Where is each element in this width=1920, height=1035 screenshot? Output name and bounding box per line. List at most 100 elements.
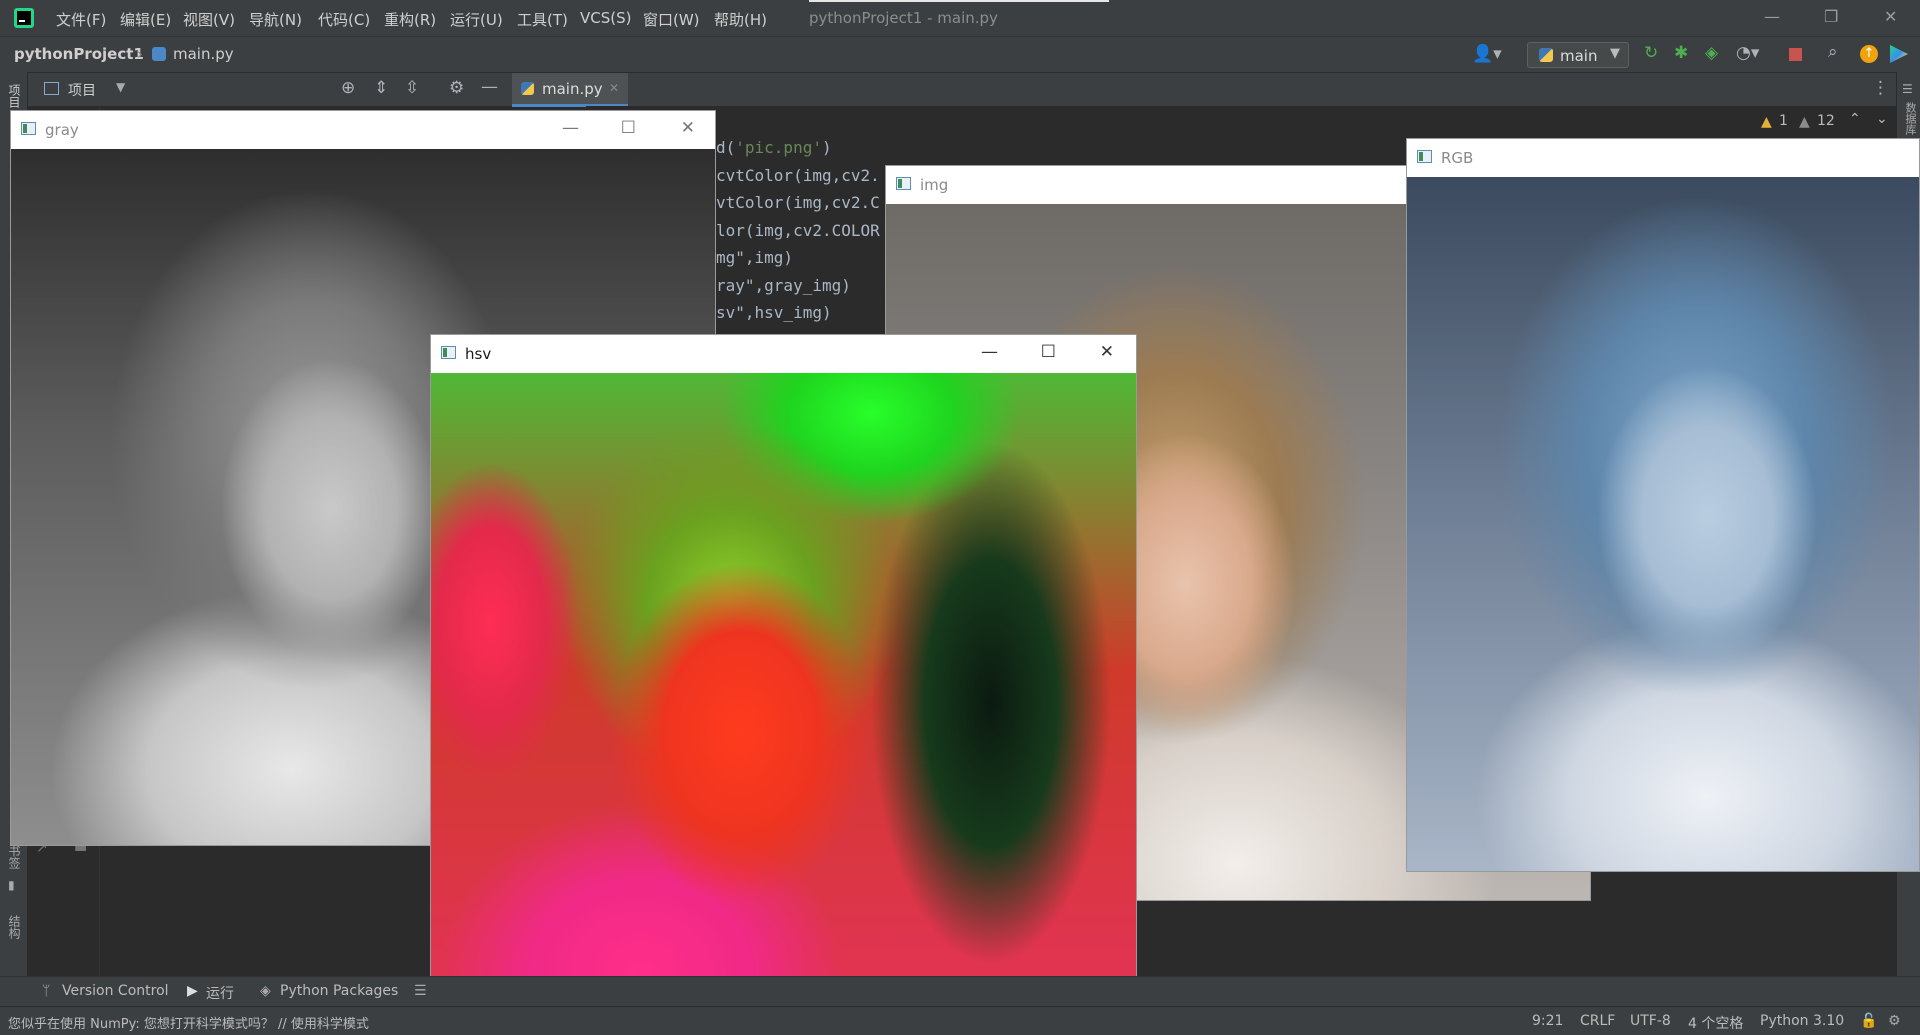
expand-all-icon[interactable]: ⇕: [374, 78, 388, 98]
project-view-chevron-icon[interactable]: ▼: [116, 80, 125, 94]
restore-icon[interactable]: ❐: [1824, 7, 1838, 26]
breadcrumb-file[interactable]: main.py: [173, 45, 234, 63]
title-accent-line: [809, 0, 1109, 2]
window-app-icon: [896, 177, 911, 190]
stripe-database[interactable]: 数据库: [1902, 102, 1918, 135]
pycharm-logo-icon: [14, 8, 34, 28]
code-line: cvtColor(img,cv2.: [716, 166, 880, 185]
line-separator[interactable]: CRLF: [1580, 1013, 1615, 1029]
user-icon[interactable]: 👤▾: [1472, 44, 1502, 64]
stop-icon[interactable]: [1789, 48, 1802, 61]
warning-icon[interactable]: ▲: [1761, 114, 1772, 130]
search-icon[interactable]: ⌕: [1828, 42, 1838, 62]
code-line: vtColor(img,cv2.C: [716, 193, 880, 212]
next-highlight-icon[interactable]: ⌄: [1876, 111, 1888, 127]
cv-maximize-icon[interactable]: ☐: [1041, 342, 1056, 362]
run-icon[interactable]: ▶: [187, 983, 198, 999]
menu-tools[interactable]: 工具(T): [517, 9, 568, 30]
tool-window-header: 项目 ▼ ⊕ ⇕ ⇳ ⚙ — main.py ✕ ⋮: [0, 72, 1920, 107]
code-line: sv",hsv_img): [716, 303, 832, 322]
cv-minimize-icon[interactable]: —: [981, 342, 998, 362]
cv-window-titlebar[interactable]: hsv — ☐ ✕: [431, 335, 1136, 373]
window-app-icon: [21, 122, 36, 135]
caret-position[interactable]: 9:21: [1532, 1013, 1563, 1029]
python-interpreter[interactable]: Python 3.10: [1760, 1013, 1844, 1029]
cv-maximize-icon[interactable]: ☐: [621, 118, 636, 138]
jetbrains-icon[interactable]: [1890, 45, 1908, 63]
menu-refactor[interactable]: 重构(R): [384, 9, 436, 30]
bottom-tool-tabs: ᛘ Version Control ▶ 运行 ◈ Python Packages…: [0, 976, 1920, 1006]
status-bar: 您似乎在使用 NumPy: 您想打开科学模式吗？ // 使用科学模式 9:21 …: [0, 1006, 1920, 1035]
stripe-structure[interactable]: 结构: [6, 915, 23, 939]
run-config-label: main: [1560, 47, 1598, 65]
gear-icon[interactable]: ⚙: [449, 78, 464, 98]
stripe-bookmarks[interactable]: 书签: [6, 845, 23, 869]
cv-window-titlebar[interactable]: RGB: [1407, 139, 1919, 177]
menu-file[interactable]: 文件(F): [56, 9, 106, 30]
warning-count: 1: [1779, 113, 1788, 129]
rerun-icon[interactable]: ↻: [1644, 43, 1658, 63]
cv-window-title: img: [920, 176, 949, 194]
lock-icon[interactable]: 🔓: [1860, 1013, 1877, 1029]
database-icon[interactable]: ☰: [1902, 82, 1913, 96]
update-icon[interactable]: ↑: [1860, 45, 1878, 63]
coverage-icon[interactable]: ◈: [1705, 43, 1718, 63]
rgb-color-photo: [1407, 177, 1919, 871]
packages-icon[interactable]: ◈: [260, 983, 271, 999]
python-icon: [1539, 48, 1553, 62]
cv-close-icon[interactable]: ✕: [1100, 342, 1114, 362]
breadcrumb-project[interactable]: pythonProject1: [14, 45, 144, 63]
code-line: mg",img): [716, 248, 794, 267]
run-config-selector[interactable]: main ▼: [1527, 42, 1629, 68]
tab-main-py[interactable]: main.py ✕: [512, 73, 628, 107]
todo-icon[interactable]: ☰: [414, 983, 427, 999]
profile-icon[interactable]: ◔▾: [1736, 43, 1759, 63]
code-line: d('pic.png'): [716, 138, 832, 157]
minimize-icon[interactable]: —: [1764, 7, 1780, 26]
cv-window-title: hsv: [465, 345, 492, 363]
tab-version-control[interactable]: Version Control: [62, 983, 169, 999]
project-panel-icon: [44, 82, 59, 95]
status-message[interactable]: 您似乎在使用 NumPy: 您想打开科学模式吗？ // 使用科学模式: [8, 1013, 369, 1032]
python-file-icon: [152, 47, 166, 61]
more-options-icon[interactable]: ⋮: [1872, 78, 1889, 98]
tab-label: main.py: [542, 80, 603, 98]
cv-close-icon[interactable]: ✕: [681, 118, 695, 138]
chevron-down-icon: ▼: [1610, 46, 1620, 61]
cv-window-hsv[interactable]: hsv — ☐ ✕: [430, 334, 1137, 1035]
vcs-icon[interactable]: ᛘ: [42, 983, 50, 999]
menu-run[interactable]: 运行(U): [450, 9, 503, 30]
locate-icon[interactable]: ⊕: [341, 78, 355, 98]
collapse-all-icon[interactable]: ⇳: [405, 78, 419, 98]
cv-minimize-icon[interactable]: —: [562, 118, 579, 138]
tab-python-packages[interactable]: Python Packages: [280, 983, 398, 999]
bookmark-icon[interactable]: ▮: [8, 878, 15, 892]
tab-close-icon[interactable]: ✕: [609, 81, 619, 95]
window-title: pythonProject1 - main.py: [809, 9, 998, 27]
menu-code[interactable]: 代码(C): [318, 9, 370, 30]
weak-warning-count: 12: [1817, 113, 1835, 129]
code-line: ray",gray_img): [716, 276, 851, 295]
menu-view[interactable]: 视图(V): [183, 9, 235, 30]
stripe-project[interactable]: 项目: [6, 84, 23, 108]
previous-highlight-icon[interactable]: ⌃: [1849, 111, 1861, 127]
inspection-profile-icon[interactable]: ⚙: [1888, 1013, 1901, 1029]
window-app-icon: [1417, 150, 1432, 163]
close-icon[interactable]: ✕: [1884, 7, 1897, 26]
menu-edit[interactable]: 编辑(E): [120, 9, 171, 30]
menu-help[interactable]: 帮助(H): [714, 9, 767, 30]
indent-setting[interactable]: 4 个空格: [1688, 1013, 1743, 1033]
cv-window-rgb[interactable]: RGB: [1406, 138, 1920, 872]
project-panel-label[interactable]: 项目: [68, 80, 96, 100]
cv-window-titlebar[interactable]: gray — ☐ ✕: [11, 111, 715, 149]
hide-panel-icon[interactable]: —: [481, 77, 498, 97]
hsv-photo: [431, 373, 1136, 1034]
file-encoding[interactable]: UTF-8: [1630, 1013, 1671, 1029]
menu-window[interactable]: 窗口(W): [643, 9, 700, 30]
debug-icon[interactable]: ✱: [1674, 43, 1688, 63]
menu-navigate[interactable]: 导航(N): [249, 9, 302, 30]
weak-warning-icon[interactable]: ▲: [1799, 114, 1810, 130]
menu-vcs[interactable]: VCS(S): [580, 9, 631, 27]
window-app-icon: [441, 346, 456, 359]
tab-run[interactable]: 运行: [206, 983, 234, 1003]
